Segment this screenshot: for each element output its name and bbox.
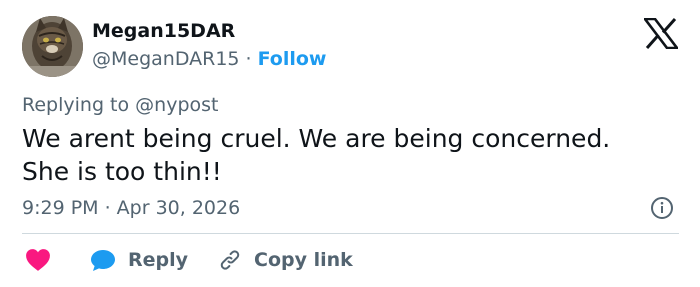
copy-link-button[interactable]: Copy link — [188, 248, 353, 272]
divider — [22, 233, 679, 234]
speech-bubble-icon — [91, 250, 115, 271]
reply-button[interactable]: Reply — [51, 248, 188, 272]
copy-link-label: Copy link — [254, 249, 353, 271]
link-icon — [220, 250, 240, 270]
action-bar: Reply Copy link — [22, 244, 353, 276]
heart-icon — [26, 249, 50, 271]
author-handle[interactable]: @MeganDAR15 — [92, 48, 240, 70]
avatar[interactable] — [22, 16, 83, 77]
follow-button[interactable]: Follow — [258, 48, 327, 70]
tweet-text-line: We arent being cruel. We are being conce… — [22, 124, 611, 153]
like-button[interactable] — [22, 248, 51, 272]
author-display-name[interactable]: Megan15DAR — [92, 20, 235, 42]
replying-to-label[interactable]: Replying to @nypost — [22, 94, 218, 116]
tweet-timestamp[interactable]: 9:29 PM · Apr 30, 2026 — [22, 197, 240, 219]
separator-dot: · — [245, 48, 252, 70]
tweet-text-line: She is too thin!! — [22, 157, 222, 186]
tweet-text: We arent being cruel. We are being conce… — [22, 122, 662, 188]
cat-avatar-image — [22, 16, 83, 77]
author-handle-row: @MeganDAR15 · Follow — [92, 48, 326, 70]
x-logo-icon[interactable] — [644, 18, 678, 49]
reply-label: Reply — [128, 249, 189, 271]
info-icon[interactable] — [650, 196, 674, 220]
